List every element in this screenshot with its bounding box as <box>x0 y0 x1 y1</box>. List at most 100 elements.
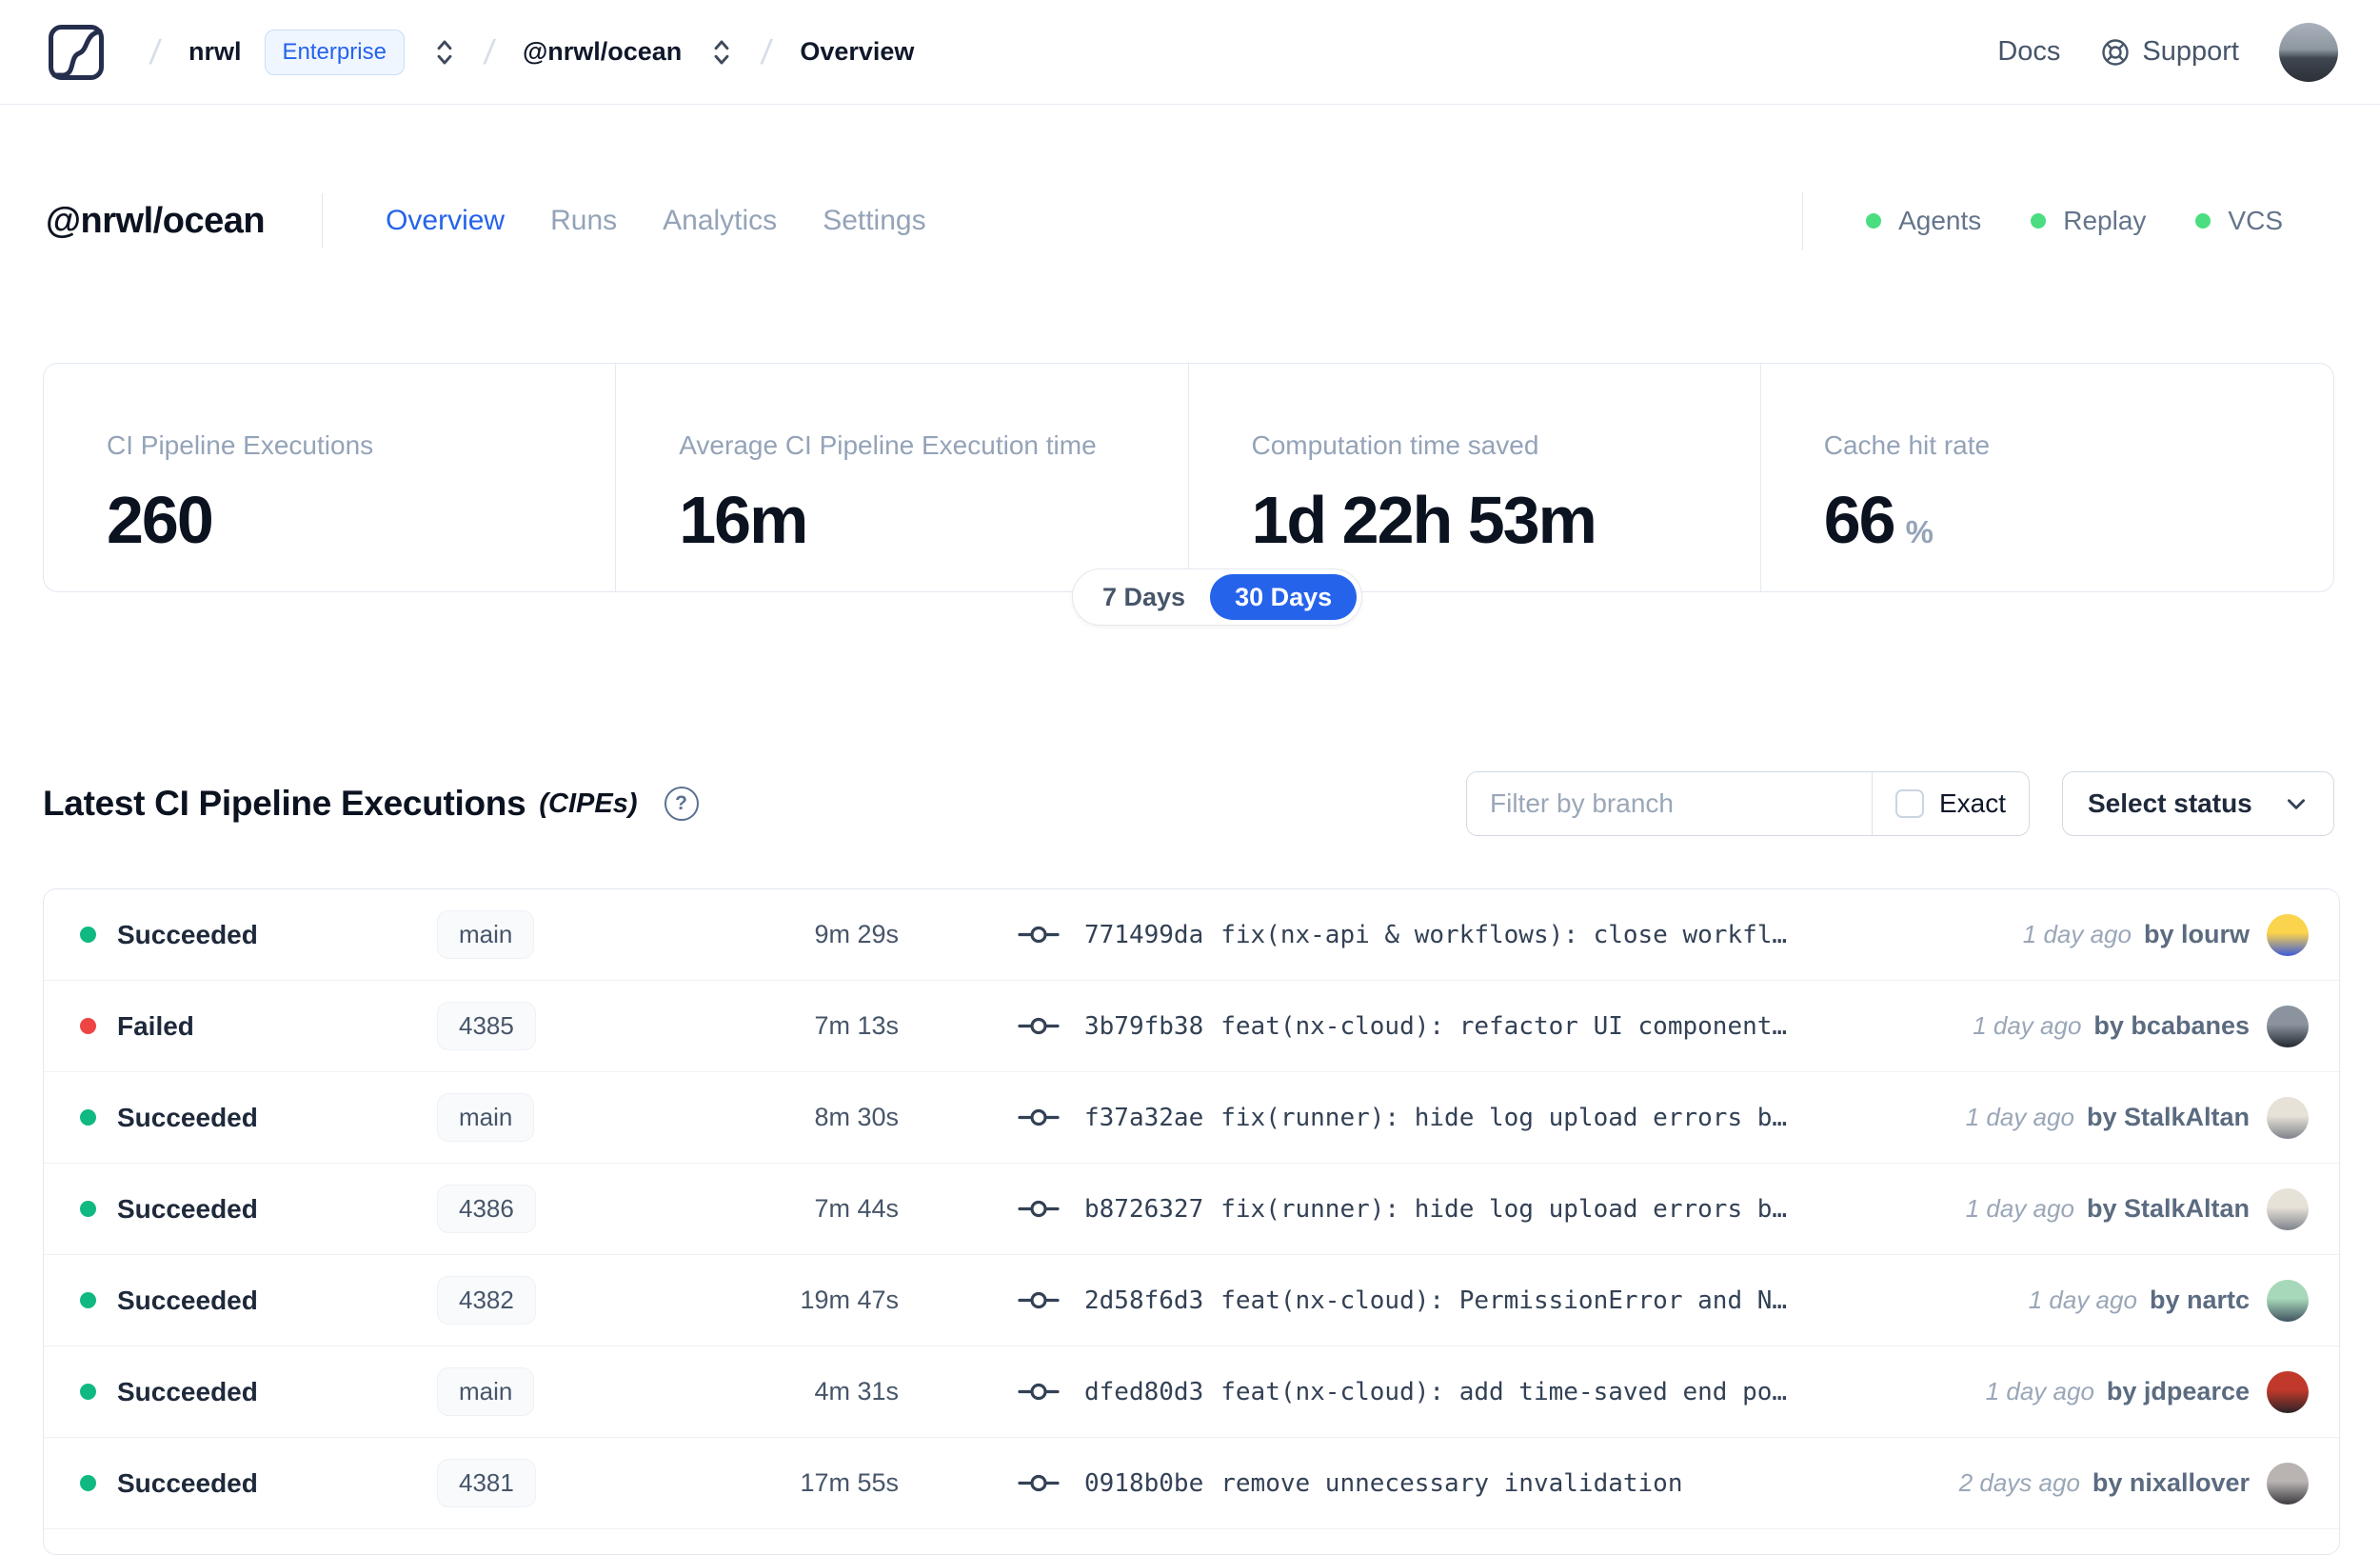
tab-overview[interactable]: Overview <box>386 205 505 237</box>
time-ago-label: 1 day ago <box>1965 1103 2074 1131</box>
commit-link[interactable]: 3b79fb38 feat(nx-cloud): refactor UI comp… <box>1084 1012 1787 1041</box>
author-avatar[interactable] <box>2267 1279 2309 1322</box>
enterprise-badge: Enterprise <box>264 29 405 75</box>
branch-badge[interactable]: 4386 <box>437 1185 536 1233</box>
branch-filter-input[interactable] <box>1467 772 1872 835</box>
branch-badge[interactable]: 4381 <box>437 1459 536 1507</box>
table-row[interactable]: Succeeded main 8m 30s f37a32ae fix(runner… <box>44 1072 2339 1164</box>
commit-hash: 771499da <box>1084 920 1204 949</box>
breadcrumb-separator: / <box>482 31 497 71</box>
table-row[interactable]: Failed 4385 7m 13s 3b79fb38 feat(nx-cloud… <box>44 981 2339 1072</box>
row-meta: 2 days ago by nixallover <box>1959 1468 2250 1498</box>
commit-link[interactable]: b8726327 fix(runner): hide log upload err… <box>1084 1195 1787 1224</box>
status-dot <box>80 1384 96 1400</box>
stat-computation-time-saved: Computation time saved 1d 22h 53m <box>1189 364 1761 591</box>
commit-link[interactable]: 2d58f6d3 feat(nx-cloud): PermissionError … <box>1084 1286 1787 1315</box>
commit-message: feat(nx-cloud): PermissionError and N… <box>1220 1286 1788 1315</box>
time-ago-label: 1 day ago <box>1985 1377 2094 1405</box>
nx-logo[interactable] <box>46 22 107 83</box>
author-avatar[interactable] <box>2267 1462 2309 1505</box>
duration-label: 9m 29s <box>814 920 899 948</box>
branch-badge[interactable]: 4382 <box>437 1276 536 1325</box>
chevron-down-icon <box>2288 799 2305 809</box>
percent-unit: % <box>1905 514 1934 549</box>
commit-message: fix(runner): hide log upload errors b… <box>1220 1103 1788 1132</box>
branch-badge[interactable]: main <box>437 1093 535 1142</box>
git-commit-icon <box>1018 1017 1060 1035</box>
exact-checkbox[interactable] <box>1894 789 1924 818</box>
help-icon[interactable]: ? <box>664 787 699 821</box>
git-commit-icon <box>1018 926 1060 944</box>
stat-cache-hit-rate: Cache hit rate 66 % <box>1823 430 1991 557</box>
exact-toggle[interactable]: Exact <box>1873 772 2029 835</box>
status-dot <box>80 1292 96 1308</box>
branch-badge[interactable]: 4385 <box>437 1002 536 1050</box>
row-meta: 1 day ago by jdpearce <box>1986 1377 2250 1406</box>
commit-hash: b8726327 <box>1084 1194 1204 1224</box>
author-label: by StalkAltan <box>2086 1103 2250 1131</box>
range-30-days[interactable]: 30 Days <box>1210 574 1358 620</box>
tab-runs[interactable]: Runs <box>550 205 617 237</box>
author-avatar[interactable] <box>2267 913 2309 956</box>
author-avatar[interactable] <box>2267 1370 2309 1413</box>
duration-label: 7m 13s <box>814 1011 899 1040</box>
stats-card-row: CI Pipeline Executions 260 Average CI Pi… <box>43 363 2334 592</box>
time-ago-label: 1 day ago <box>2028 1286 2137 1314</box>
green-status-dot <box>2031 213 2047 229</box>
status-select-dropdown[interactable]: Select status <box>2062 771 2334 836</box>
org-name[interactable]: nrwl <box>188 37 242 67</box>
table-row[interactable]: Succeeded main 9m 29s 771499da fix(nx-api… <box>44 889 2339 981</box>
author-avatar[interactable] <box>2267 1096 2309 1139</box>
branch-filter-group: Exact <box>1466 771 2030 836</box>
cipe-table: Succeeded main 9m 29s 771499da fix(nx-api… <box>43 888 2340 1555</box>
support-link[interactable]: Support <box>2100 36 2239 68</box>
status-dot <box>80 1201 96 1217</box>
commit-link[interactable]: 0918b0be remove unnecessary invalidation <box>1084 1469 1683 1498</box>
service-status-list: Agents Replay VCS <box>1802 191 2332 250</box>
status-label: Succeeded <box>117 1376 258 1406</box>
status-label: Succeeded <box>117 1467 258 1498</box>
workspace-tabs: Overview Runs Analytics Settings <box>386 205 926 237</box>
lifebuoy-icon <box>2102 38 2130 66</box>
table-row[interactable]: Succeeded 4381 17m 55s 0918b0be remove un… <box>44 1438 2339 1529</box>
stat-average-execution-time: Average CI Pipeline Execution time 16m <box>616 364 1189 591</box>
table-row[interactable]: Succeeded 4382 19m 47s 2d58f6d3 feat(nx-c… <box>44 1255 2339 1346</box>
duration-label: 8m 30s <box>814 1103 899 1131</box>
divider <box>322 193 324 249</box>
git-commit-icon <box>1018 1383 1060 1401</box>
duration-label: 19m 47s <box>800 1286 899 1314</box>
status-agents: Agents <box>1866 206 1981 236</box>
workspace-name[interactable]: @nrwl/ocean <box>523 37 682 67</box>
row-meta: 1 day ago by StalkAltan <box>1966 1194 2250 1224</box>
tab-settings[interactable]: Settings <box>823 205 925 237</box>
top-navbar: / nrwl Enterprise / @nrwl/ocean / Overvi… <box>0 0 2380 105</box>
stat-ci-pipeline-executions: CI Pipeline Executions 260 <box>44 364 617 591</box>
time-ago-label: 1 day ago <box>2022 920 2132 948</box>
row-meta: 1 day ago by StalkAltan <box>1966 1103 2250 1132</box>
duration-label: 7m 44s <box>814 1194 899 1223</box>
table-row[interactable]: Succeeded 4386 7m 44s b8726327 fix(runner… <box>44 1164 2339 1255</box>
commit-link[interactable]: f37a32ae fix(runner): hide log upload err… <box>1084 1104 1787 1132</box>
commit-link[interactable]: 771499da fix(nx-api & workflows): close w… <box>1084 921 1787 949</box>
author-label: by jdpearce <box>2106 1377 2250 1405</box>
user-avatar[interactable] <box>2279 22 2338 82</box>
status-dot <box>80 1109 96 1126</box>
branch-badge[interactable]: main <box>437 1367 535 1416</box>
commit-message: remove unnecessary invalidation <box>1220 1468 1683 1498</box>
range-7-days[interactable]: 7 Days <box>1078 574 1210 620</box>
table-row[interactable]: Succeeded main 4m 31s dfed80d3 feat(nx-cl… <box>44 1346 2339 1438</box>
commit-link[interactable]: dfed80d3 feat(nx-cloud): add time-saved e… <box>1084 1378 1787 1406</box>
status-label: Succeeded <box>117 919 258 949</box>
author-label: by lourw <box>2143 920 2250 948</box>
org-switcher-icon[interactable] <box>433 36 456 69</box>
commit-message: feat(nx-cloud): refactor UI component… <box>1220 1011 1788 1041</box>
time-ago-label: 1 day ago <box>1973 1011 2082 1040</box>
workspace-switcher-icon[interactable] <box>710 36 733 69</box>
author-avatar[interactable] <box>2267 1005 2309 1047</box>
branch-badge[interactable]: main <box>437 910 535 959</box>
row-meta: 1 day ago by lourw <box>2023 920 2250 949</box>
time-ago-label: 2 days ago <box>1958 1468 2080 1497</box>
tab-analytics[interactable]: Analytics <box>663 205 777 237</box>
docs-link[interactable]: Docs <box>1997 36 2060 68</box>
author-avatar[interactable] <box>2267 1187 2309 1230</box>
